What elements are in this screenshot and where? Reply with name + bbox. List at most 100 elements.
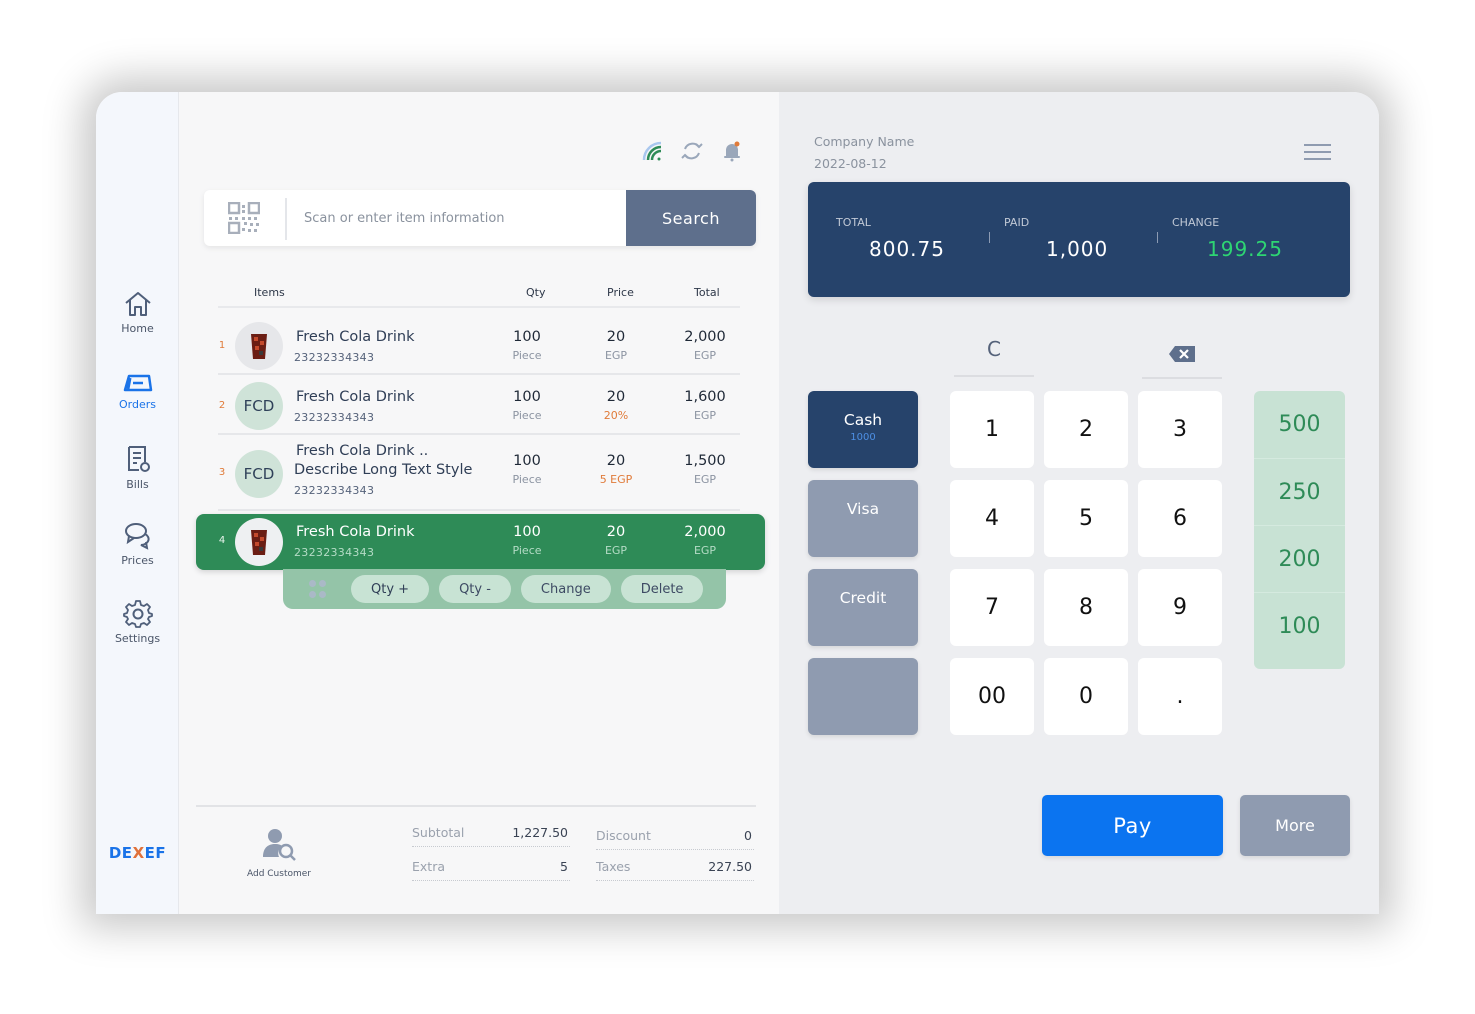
item-price: 20 5 EGP	[581, 453, 651, 486]
cash-amount: 1000	[850, 432, 876, 443]
sidebar-item-settings[interactable]: Settings	[96, 598, 179, 645]
key-00[interactable]: 00	[950, 658, 1034, 735]
wifi-icon[interactable]	[641, 140, 663, 162]
total-amount: 800.75	[869, 237, 945, 261]
order-panel: Search Items Qty Price Total 1 Fresh Col…	[179, 92, 779, 914]
key-7[interactable]: 7	[950, 569, 1034, 646]
item-qty: 100 Piece	[512, 524, 542, 557]
header-total: Total	[694, 286, 720, 299]
sidebar-item-label: Bills	[126, 478, 149, 491]
header-items: Items	[254, 286, 285, 299]
sidebar-item-orders[interactable]: Orders	[96, 372, 179, 411]
quick-cash-200[interactable]: 200	[1254, 525, 1345, 592]
discount-badge: 20%	[603, 409, 629, 422]
search-button[interactable]: Search	[626, 190, 756, 246]
item-price: 20 20%	[581, 389, 651, 422]
delete-button[interactable]: Delete	[620, 575, 704, 603]
status-icons	[641, 140, 743, 162]
product-image	[235, 322, 283, 370]
key-6[interactable]: 6	[1138, 480, 1222, 557]
item-qty: 100 Piece	[512, 453, 542, 486]
search-input[interactable]	[294, 190, 624, 246]
total-block: TOTAL 800.75	[836, 216, 945, 261]
header-qty: Qty	[526, 286, 546, 299]
item-initials-avatar: FCD	[235, 382, 283, 430]
quick-cash-100[interactable]: 100	[1254, 592, 1345, 659]
item-initials-avatar: FCD	[235, 450, 283, 498]
item-name: Fresh Cola Drink ..	[296, 443, 429, 459]
backspace-icon	[1169, 346, 1195, 362]
drag-handle-icon[interactable]	[309, 580, 327, 598]
payment-empty-button[interactable]	[808, 658, 918, 735]
sidebar-item-label: Prices	[121, 554, 154, 567]
menu-icon[interactable]	[1304, 144, 1331, 162]
bell-icon[interactable]	[721, 140, 743, 162]
refresh-icon[interactable]	[681, 140, 703, 162]
extra-field: Extra 5	[412, 859, 570, 881]
discount-badge: 5 EGP	[599, 473, 633, 486]
change-block: CHANGE 199.25	[1172, 216, 1283, 261]
key-2[interactable]: 2	[1044, 391, 1128, 468]
table-row-selected[interactable]: 4 Fresh Cola Drink 23232334343 100 Piece …	[196, 514, 765, 570]
sidebar-item-label: Home	[121, 322, 154, 335]
table-row[interactable]: 2 FCD Fresh Cola Drink 23232334343 100 Pi…	[218, 377, 740, 435]
item-code: 23232334343	[294, 484, 375, 497]
key-0[interactable]: 0	[1044, 658, 1128, 735]
payment-credit-button[interactable]: Credit	[808, 569, 918, 646]
company-name: Company Name	[814, 134, 915, 149]
backspace-button[interactable]	[1142, 337, 1222, 379]
table-header: Items Qty Price Total	[218, 284, 740, 308]
item-code: 23232334343	[294, 411, 375, 424]
item-price: 20 EGP	[604, 329, 628, 362]
item-name: Fresh Cola Drink	[296, 329, 415, 345]
gear-icon	[122, 600, 153, 628]
item-total: 2,000 EGP	[684, 524, 726, 557]
key-8[interactable]: 8	[1044, 569, 1128, 646]
table-row[interactable]: 1 Fresh Cola Drink 23232334343 100 Piece …	[218, 317, 740, 375]
sidebar-item-bills[interactable]: Bills	[96, 444, 179, 491]
row-number: 4	[218, 535, 226, 546]
key-decimal[interactable]: .	[1138, 658, 1222, 735]
item-name: Fresh Cola Drink	[296, 524, 415, 540]
payment-visa-button[interactable]: Visa	[808, 480, 918, 557]
item-total: 2,000 EGP	[684, 329, 726, 362]
sidebar-item-label: Settings	[114, 632, 161, 645]
pay-button[interactable]: Pay	[1042, 795, 1223, 856]
key-5[interactable]: 5	[1044, 480, 1128, 557]
key-1[interactable]: 1	[950, 391, 1034, 468]
row-number: 3	[218, 467, 226, 478]
qty-plus-button[interactable]: Qty +	[351, 575, 430, 603]
subtotal-field: Subtotal 1,227.50	[412, 825, 570, 847]
header-price: Price	[607, 286, 634, 299]
change-amount: 199.25	[1207, 237, 1283, 261]
cola-cup-icon	[251, 334, 267, 359]
change-button[interactable]: Change	[520, 575, 611, 603]
paid-amount: 1,000	[1046, 237, 1109, 261]
row-number: 2	[218, 400, 226, 411]
brand-logo: DEXEF	[108, 844, 167, 862]
item-code: 23232334343	[294, 351, 375, 364]
separator	[1157, 232, 1158, 243]
key-4[interactable]: 4	[950, 480, 1034, 557]
add-customer-button[interactable]: Add Customer	[229, 827, 329, 879]
key-3[interactable]: 3	[1138, 391, 1222, 468]
payment-cash-button[interactable]: Cash 1000	[808, 391, 918, 468]
qr-code-icon[interactable]	[228, 202, 260, 234]
sidebar-item-home[interactable]: Home	[96, 290, 179, 335]
table-row[interactable]: 3 FCD Fresh Cola Drink .. Describe Long …	[218, 437, 740, 511]
item-description: Describe Long Text Style	[294, 462, 473, 478]
key-9[interactable]: 9	[1138, 569, 1222, 646]
item-qty: 100 Piece	[512, 329, 542, 362]
cola-cup-icon	[251, 530, 267, 555]
quick-cash-500[interactable]: 500	[1254, 391, 1345, 458]
sidebar-item-prices[interactable]: Prices	[96, 520, 179, 567]
more-button[interactable]: More	[1240, 795, 1350, 856]
search-divider	[285, 198, 287, 240]
qty-minus-button[interactable]: Qty -	[439, 575, 511, 603]
product-image	[235, 518, 283, 566]
item-total: 1,600 EGP	[684, 389, 726, 422]
item-price: 20 EGP	[604, 524, 628, 557]
clear-button[interactable]: C	[954, 337, 1034, 377]
quick-cash-panel: 500 250 200 100	[1254, 391, 1345, 669]
quick-cash-250[interactable]: 250	[1254, 458, 1345, 525]
